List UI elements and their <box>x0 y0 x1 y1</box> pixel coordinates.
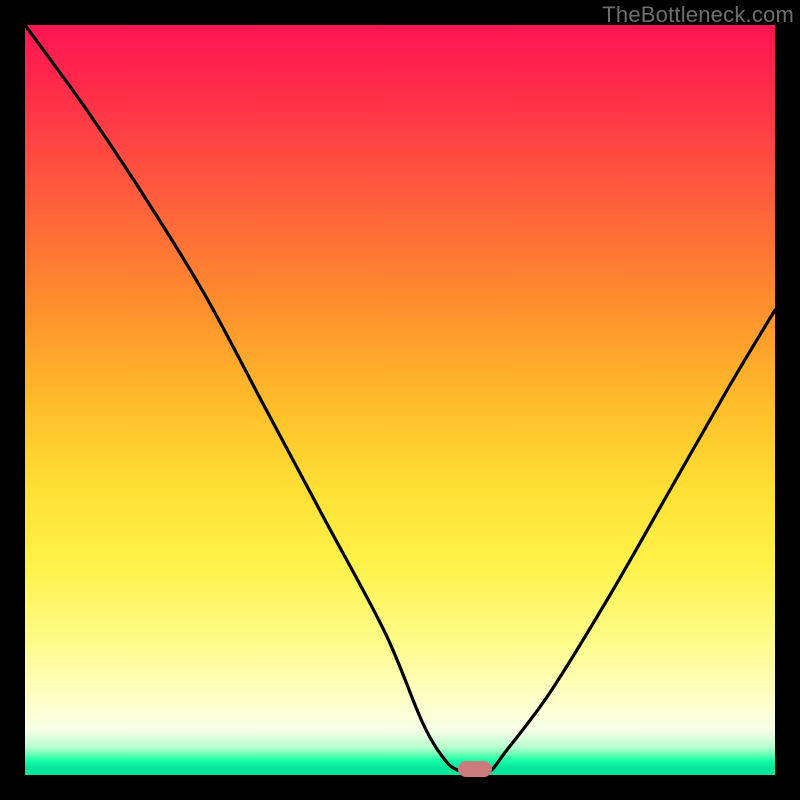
chart-frame <box>25 25 775 775</box>
optimum-marker <box>458 761 492 777</box>
plot-gradient-background <box>25 25 775 775</box>
watermark-text: TheBottleneck.com <box>602 2 794 28</box>
